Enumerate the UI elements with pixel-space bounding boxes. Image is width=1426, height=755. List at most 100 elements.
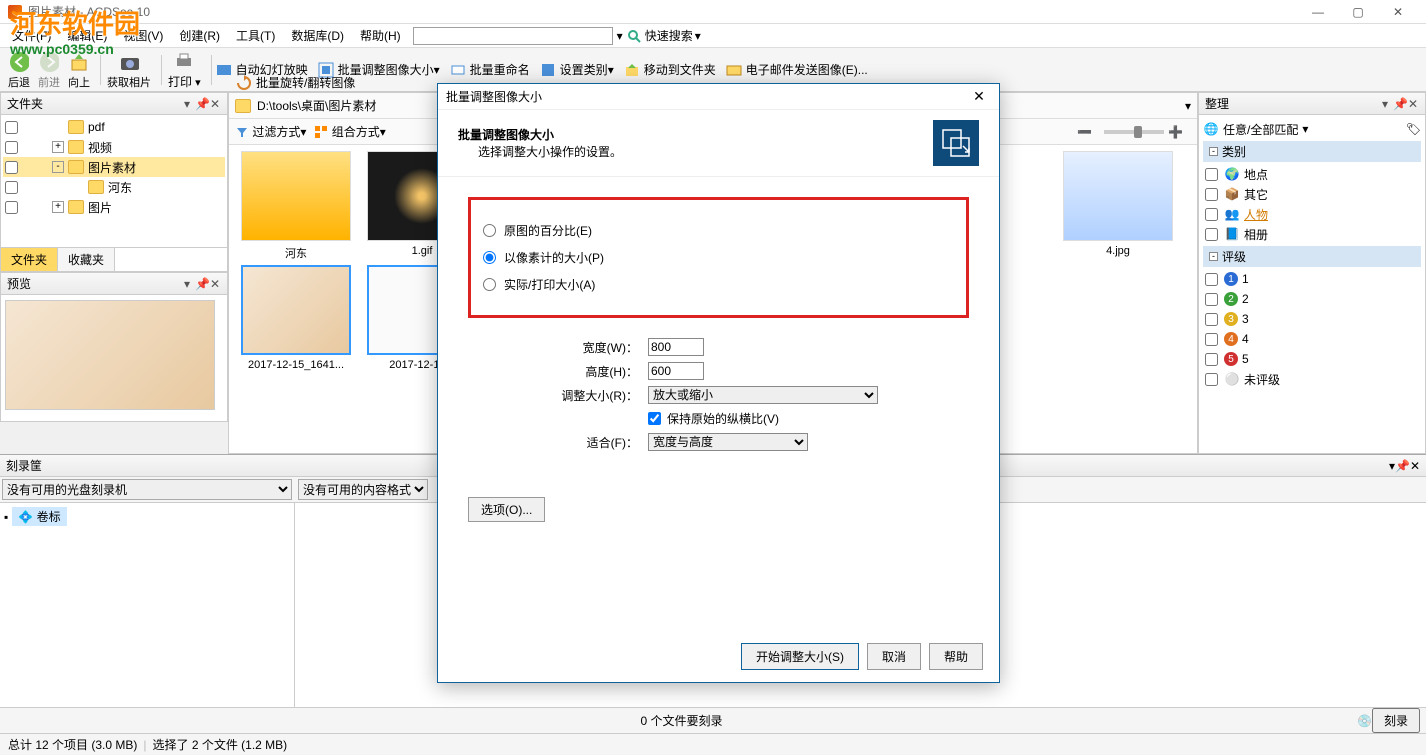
- resize-mode-select[interactable]: 放大或缩小: [648, 386, 878, 404]
- folder-tree[interactable]: pdf +视频 -图片素材 河东 +图片: [1, 115, 227, 247]
- volume-label-tag[interactable]: 💠 卷标: [12, 507, 66, 526]
- preview-image: [5, 300, 215, 410]
- match-selector[interactable]: 🌐任意/全部匹配▾ 🏷: [1203, 119, 1421, 139]
- dialog-title: 批量调整图像大小: [446, 88, 967, 105]
- folder-icon: [68, 120, 84, 134]
- rename-icon: [450, 62, 466, 78]
- set-category-button[interactable]: 设置类别 ▾: [540, 61, 614, 78]
- group-button[interactable]: 组合方式 ▾: [314, 123, 385, 140]
- search-input[interactable]: [413, 27, 613, 45]
- format-select[interactable]: 没有可用的内容格式: [298, 479, 428, 500]
- up-button[interactable]: 向上: [66, 50, 92, 90]
- email-button[interactable]: 电子邮件发送图像(E)...: [726, 61, 868, 78]
- search-icon: [627, 29, 641, 43]
- filter-button[interactable]: 过滤方式 ▾: [235, 123, 306, 140]
- folder-icon: [68, 160, 84, 174]
- category-row: 📘相册: [1203, 224, 1421, 244]
- folder-icon: [68, 140, 84, 154]
- up-icon: [69, 50, 89, 74]
- fit-select[interactable]: 宽度与高度: [648, 433, 808, 451]
- status-selected: 选择了 2 个文件 (1.2 MB): [152, 736, 287, 753]
- height-input[interactable]: [648, 362, 704, 380]
- back-icon: [9, 50, 29, 74]
- zoom-out-icon[interactable]: ➖: [1077, 125, 1092, 139]
- keep-ratio-checkbox[interactable]: [648, 412, 661, 425]
- menu-file[interactable]: 文件(F): [4, 25, 59, 46]
- menu-tools[interactable]: 工具(T): [228, 25, 283, 46]
- tree-row: +视频: [3, 137, 225, 157]
- burner-select[interactable]: 没有可用的光盘刻录机: [2, 479, 292, 500]
- ratings-section: -评级: [1203, 246, 1421, 267]
- acquire-button[interactable]: 获取相片: [105, 50, 153, 90]
- organize-panel: 整理 ▾ 📌 ✕ 🌐任意/全部匹配▾ 🏷 -类别 🌍地点 📦其它 👥人物 📘相册…: [1198, 92, 1426, 454]
- folders-panel-header: 文件夹 ▾ 📌 ✕: [1, 93, 227, 115]
- quicksearch-label[interactable]: 快速搜索: [645, 27, 693, 44]
- batch-rotate-button[interactable]: 批量旋转/翻转图像: [236, 74, 355, 91]
- people-icon: 👥: [1224, 206, 1240, 222]
- panel-close-icon[interactable]: ✕: [209, 97, 221, 111]
- preview-panel: 预览 ▾ 📌 ✕: [0, 272, 228, 422]
- slideshow-icon: [216, 62, 232, 78]
- tree-row: -图片素材: [3, 157, 225, 177]
- thumb-item[interactable]: 4.jpg: [1057, 151, 1179, 261]
- camera-icon: [119, 50, 139, 74]
- thumb-item[interactable]: 河东: [235, 151, 357, 261]
- resize-graphic-icon: [933, 120, 979, 166]
- batch-rename-button[interactable]: 批量重命名: [450, 61, 530, 78]
- forward-icon: [39, 50, 59, 74]
- category-row: 📦其它: [1203, 184, 1421, 204]
- rating-row: 44: [1203, 329, 1421, 349]
- categories-section: -类别: [1203, 141, 1421, 162]
- tag-icon: 💠: [18, 510, 33, 524]
- highlighted-radio-group: 原图的百分比(E) 以像素计的大小(P) 实际/打印大小(A): [468, 197, 969, 318]
- tab-folders[interactable]: 文件夹: [1, 248, 58, 271]
- thumb-item[interactable]: 2017-12-15_1641...: [235, 265, 357, 371]
- resize-dialog: 批量调整图像大小 ✕ 批量调整图像大小 选择调整大小操作的设置。 原图的百分比(…: [437, 83, 1000, 683]
- print-icon: [174, 49, 194, 73]
- menu-edit[interactable]: 编辑(E): [59, 25, 115, 46]
- start-resize-button[interactable]: 开始调整大小(S): [741, 643, 859, 670]
- rating-row: 22: [1203, 289, 1421, 309]
- tab-favorites[interactable]: 收藏夹: [58, 248, 115, 271]
- zoom-in-icon[interactable]: ➕: [1168, 125, 1183, 139]
- tree-row: pdf: [3, 117, 225, 137]
- forward-button[interactable]: 前进: [36, 50, 62, 90]
- options-button[interactable]: 选项(O)...: [468, 497, 545, 522]
- tree-row: +图片: [3, 197, 225, 217]
- menu-view[interactable]: 视图(V): [115, 25, 171, 46]
- back-button[interactable]: 后退: [6, 50, 32, 90]
- folder-icon: [88, 180, 104, 194]
- disc-icon: 💿: [1357, 714, 1372, 728]
- tree-row: 河东: [3, 177, 225, 197]
- menu-create[interactable]: 创建(R): [171, 25, 228, 46]
- titlebar: 图片素材 - ACDSee 10 — ▢ ✕: [0, 0, 1426, 24]
- category-row: 🌍地点: [1203, 164, 1421, 184]
- width-input[interactable]: [648, 338, 704, 356]
- preview-panel-header: 预览 ▾ 📌 ✕: [1, 273, 227, 295]
- menu-help[interactable]: 帮助(H): [352, 25, 409, 46]
- globe-icon: 🌍: [1224, 166, 1240, 182]
- help-button[interactable]: 帮助: [929, 643, 983, 670]
- tag-icon: 🏷: [1406, 122, 1421, 136]
- panel-pin-icon[interactable]: 📌: [195, 97, 207, 111]
- burn-button[interactable]: 刻录: [1372, 708, 1420, 733]
- print-button[interactable]: 打印 ▾: [166, 49, 203, 90]
- zoom-slider[interactable]: [1134, 126, 1142, 138]
- category-icon: [540, 62, 556, 78]
- move-to-button[interactable]: 移动到文件夹: [624, 61, 716, 78]
- radio-percent[interactable]: [483, 224, 496, 237]
- cancel-button[interactable]: 取消: [867, 643, 921, 670]
- rating-row: 33: [1203, 309, 1421, 329]
- move-icon: [624, 62, 640, 78]
- dialog-close-button[interactable]: ✕: [967, 88, 991, 105]
- menu-database[interactable]: 数据库(D): [283, 25, 352, 46]
- close-button[interactable]: ✕: [1378, 0, 1418, 24]
- radio-actual[interactable]: [483, 278, 496, 291]
- rotate-icon: [236, 75, 252, 91]
- maximize-button[interactable]: ▢: [1338, 0, 1378, 24]
- radio-pixels[interactable]: [483, 251, 496, 264]
- panel-dropdown-icon[interactable]: ▾: [181, 97, 193, 111]
- minimize-button[interactable]: —: [1298, 0, 1338, 24]
- folder-icon: [68, 200, 84, 214]
- menubar: 文件(F) 编辑(E) 视图(V) 创建(R) 工具(T) 数据库(D) 帮助(…: [0, 24, 1426, 48]
